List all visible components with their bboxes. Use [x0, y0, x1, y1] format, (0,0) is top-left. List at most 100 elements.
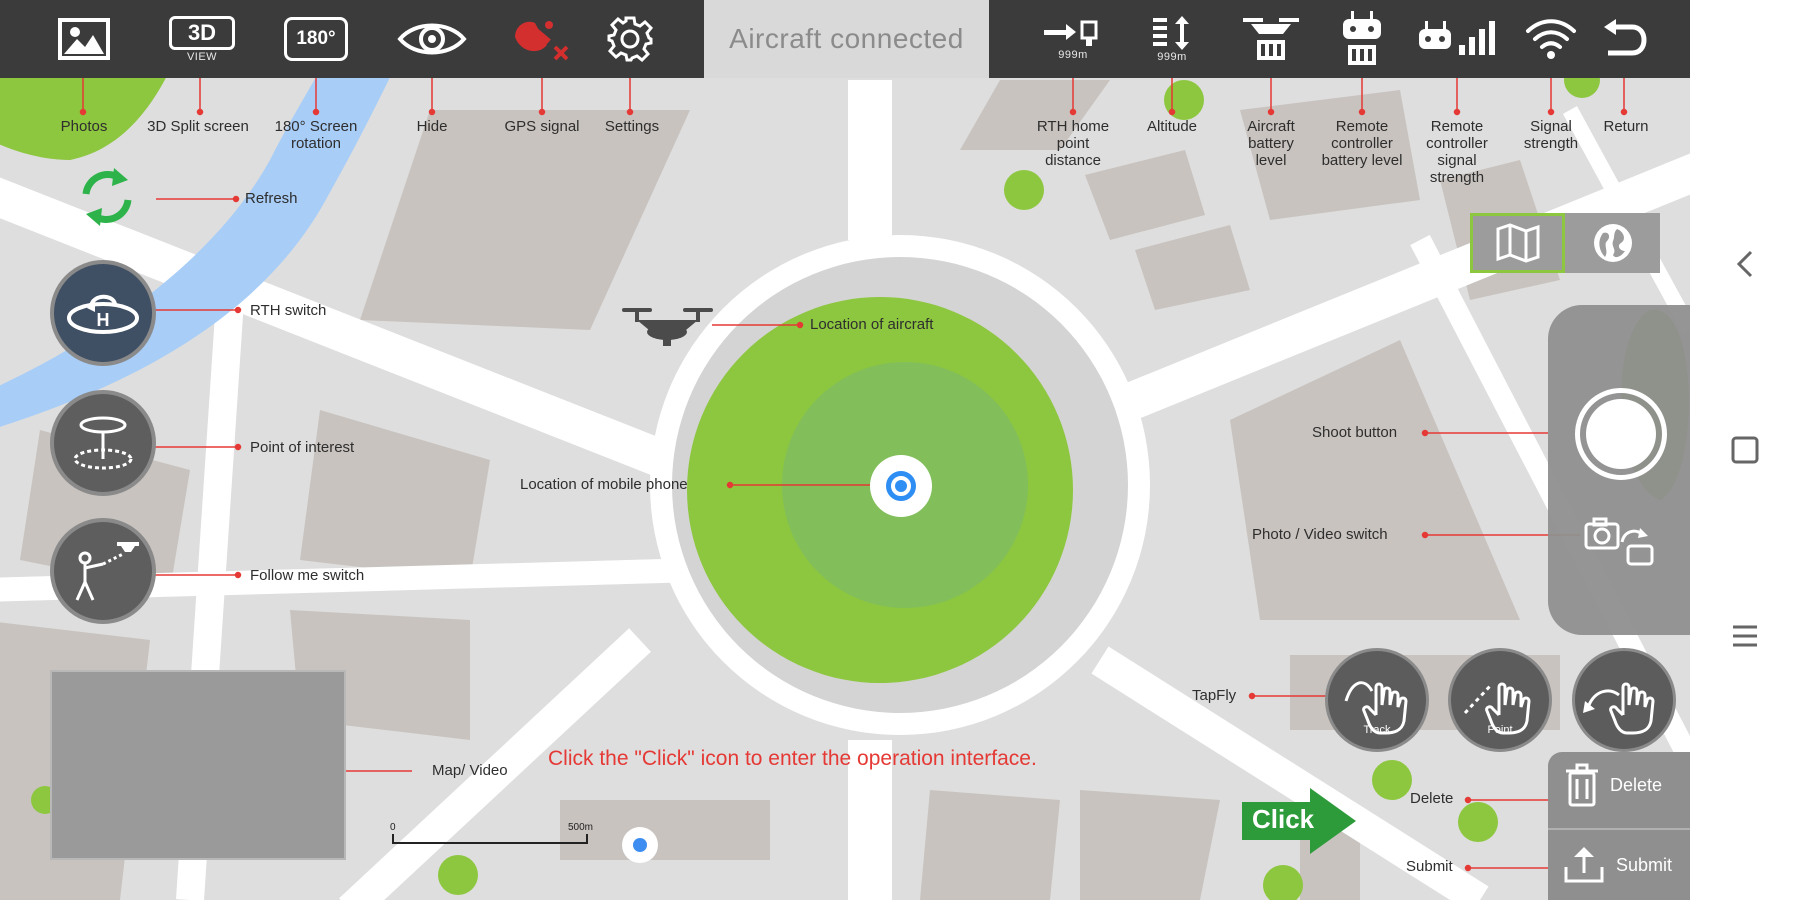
tapfly-track-label: Track — [1363, 724, 1391, 736]
rc-signal-indicator — [1417, 6, 1497, 72]
photo-video-switch-label: Photo / Video switch — [1252, 526, 1388, 543]
map-mode-toggle — [1470, 213, 1660, 273]
eye-icon — [397, 23, 467, 55]
rth-switch-button[interactable]: H — [50, 260, 156, 366]
shoot-button[interactable] — [1575, 388, 1667, 480]
aircraft-battery-indicator — [1231, 6, 1311, 72]
rth-distance-value: 999m — [1058, 48, 1088, 61]
delete-button-label: Delete — [1610, 774, 1663, 795]
3d-view-caption: VIEW — [186, 50, 218, 63]
altitude-value: 999m — [1157, 50, 1187, 63]
scale-line — [392, 842, 588, 844]
locate-me-button[interactable] — [622, 827, 658, 863]
scale-end: 500m — [568, 822, 594, 833]
3d-split-screen-button[interactable]: 3D VIEW — [162, 6, 242, 72]
settings-button[interactable] — [590, 6, 670, 72]
app-screen: 3D VIEW 180° Aircraft connected 999m 999… — [0, 0, 1690, 900]
rth-switch-label: RTH switch — [250, 302, 327, 319]
top-toolbar: 3D VIEW 180° Aircraft connected 999m 999… — [0, 0, 1690, 78]
hide-button[interactable] — [392, 6, 472, 72]
android-navigation-bar — [1690, 0, 1800, 900]
click-arrow-label: Click — [1252, 804, 1315, 834]
photos-button[interactable] — [44, 6, 124, 72]
map-icon — [1496, 223, 1539, 263]
shoot-button-label: Shoot button — [1312, 424, 1398, 441]
tapfly-direction-button[interactable] — [1572, 648, 1676, 752]
altitude-label: Altitude — [1146, 118, 1198, 135]
trash-icon — [1566, 763, 1598, 807]
follow-me-button[interactable] — [50, 518, 156, 624]
aircraft-location-label: Location of aircraft — [810, 316, 934, 333]
click-arrow-button[interactable]: Click — [1238, 788, 1358, 854]
home-distance-icon — [1044, 20, 1098, 46]
rth-home-label: RTH home point distance — [1036, 118, 1110, 169]
connection-status: Aircraft connected — [704, 0, 989, 78]
return-icon — [1604, 19, 1647, 56]
menu-icon — [1733, 625, 1757, 647]
return-label: Return — [1603, 118, 1649, 135]
signal-label: Signal strength — [1523, 118, 1579, 152]
rth-distance-indicator: 999m — [1033, 6, 1113, 72]
tapfly-track-button[interactable]: Track — [1325, 648, 1429, 752]
controller-battery-icon — [1343, 11, 1381, 65]
instruction-text: Click the "Click" icon to enter the oper… — [548, 747, 1037, 770]
satellite-mode-button[interactable] — [1565, 213, 1660, 273]
rotation-label: 180° Screen rotation — [274, 118, 358, 152]
submit-button-label: Submit — [1616, 854, 1673, 875]
3d-view-icon: 3D — [169, 15, 235, 50]
shoot-button-core — [1586, 399, 1656, 469]
aircraft-battery-label: Aircraft battery level — [1247, 118, 1295, 169]
return-button[interactable] — [1584, 6, 1664, 72]
map-scale-bar: 0 500m — [390, 820, 594, 860]
tapfly-point-button[interactable]: Point — [1448, 648, 1552, 752]
controller-signal-icon — [1419, 21, 1495, 55]
scale-start: 0 — [390, 822, 396, 833]
refresh-icon[interactable] — [74, 164, 140, 230]
refresh-label: Refresh — [245, 190, 298, 207]
back-nav-button[interactable] — [1725, 244, 1765, 284]
delete-label: Delete — [1410, 790, 1454, 807]
rth-icon: H — [67, 294, 139, 334]
scale-tick-start — [392, 834, 394, 844]
hand-direction-icon — [1583, 682, 1655, 735]
tapfly-point-label: Point — [1487, 724, 1513, 736]
submit-button[interactable]: Submit — [1548, 832, 1690, 898]
delete-button[interactable]: Delete — [1548, 752, 1690, 818]
panel-divider — [1548, 828, 1690, 830]
gear-icon — [607, 16, 654, 63]
delete-submit-panel: Delete Submit — [1548, 752, 1690, 900]
tapfly-label: TapFly — [1192, 687, 1237, 704]
follow-me-icon — [75, 542, 139, 601]
rc-signal-label: Remote controller signal strength — [1426, 118, 1488, 186]
rc-battery-label: Remote controller battery level — [1321, 118, 1403, 169]
split-label: 3D Split screen — [147, 118, 249, 135]
point-of-interest-button[interactable] — [50, 390, 156, 496]
upload-icon — [1564, 847, 1604, 883]
follow-me-label: Follow me switch — [250, 567, 365, 584]
poi-icon — [73, 416, 133, 470]
svg-text:H: H — [97, 310, 110, 330]
submit-label: Submit — [1406, 858, 1453, 875]
home-nav-button[interactable] — [1725, 430, 1765, 470]
hide-label: Hide — [416, 118, 448, 135]
camera-switch-icon[interactable] — [1580, 512, 1660, 572]
gps-signal-indicator — [502, 6, 582, 72]
map-video-preview[interactable] — [50, 670, 346, 860]
screen-rotation-button[interactable]: 180° — [276, 6, 356, 72]
map-video-label: Map/ Video — [432, 762, 508, 779]
map-mode-button[interactable] — [1470, 213, 1565, 273]
settings-label: Settings — [604, 118, 660, 135]
rotate-180-icon: 180° — [284, 17, 348, 61]
image-icon — [58, 18, 110, 60]
altitude-indicator: 999m — [1132, 6, 1212, 72]
menu-nav-button[interactable] — [1725, 616, 1765, 656]
phone-location-label: Location of mobile phone — [520, 476, 688, 493]
drone-battery-icon — [1243, 18, 1299, 60]
satellite-icon — [515, 21, 569, 61]
signal-strength-indicator — [1511, 6, 1591, 72]
scale-tick-end — [586, 834, 588, 844]
globe-icon — [1593, 224, 1632, 262]
square-icon — [1731, 436, 1759, 464]
photos-label: Photos — [60, 118, 108, 135]
chevron-left-icon — [1736, 250, 1753, 278]
